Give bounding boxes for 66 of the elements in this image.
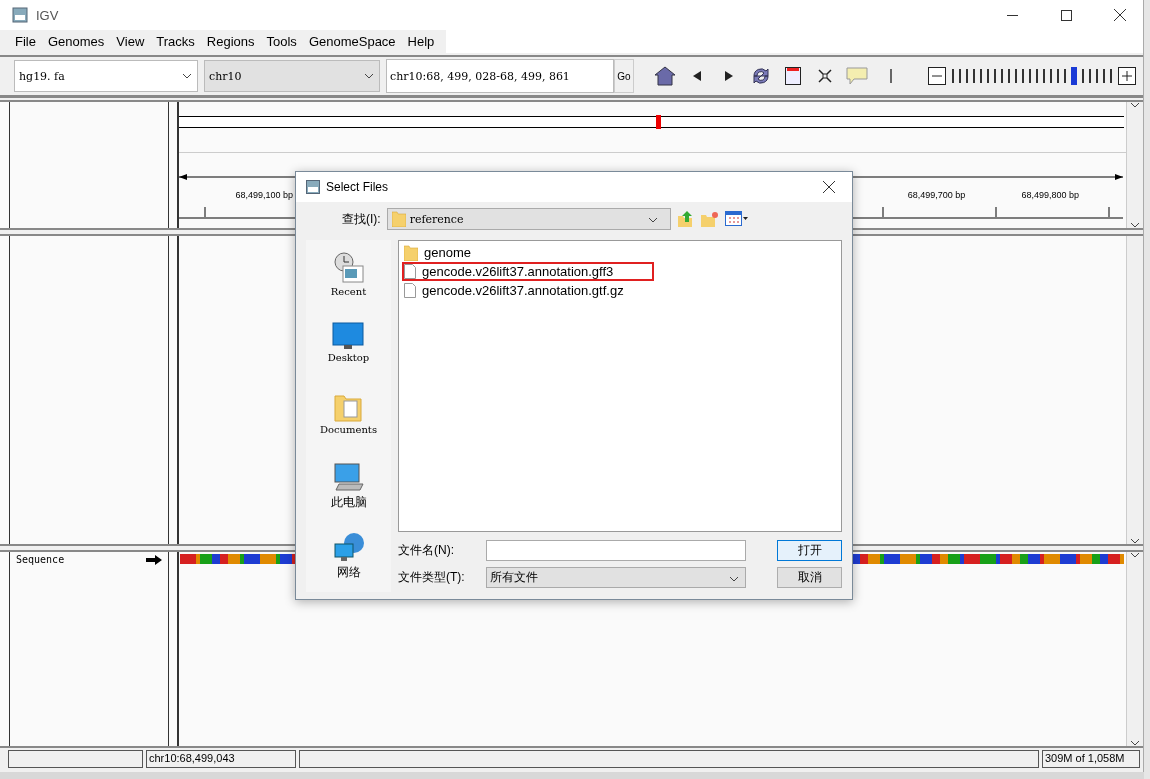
place-item[interactable]: 此电脑	[330, 462, 367, 520]
ruler-label: 68,499,100 bp	[235, 190, 293, 200]
folder-document-icon	[334, 392, 363, 422]
menu-item[interactable]: Tracks	[150, 34, 201, 49]
locus-field[interactable]: chr10:68, 499, 028-68, 499, 861	[386, 59, 614, 93]
ruler-label: 68,499,800 bp	[1021, 190, 1079, 200]
clock-document-icon	[332, 252, 365, 284]
list-entry[interactable]: genome	[402, 243, 652, 262]
scroll-up-icon	[1130, 102, 1140, 108]
genome-dropdown[interactable]: hg19. fa	[14, 60, 198, 92]
dialog-title: Select Files	[326, 180, 389, 194]
menu-item[interactable]: Regions	[200, 34, 261, 49]
scroll-down-icon	[1130, 740, 1140, 746]
close-icon[interactable]	[823, 181, 835, 193]
place-item[interactable]: Recent	[330, 252, 367, 310]
file-icon	[404, 264, 416, 279]
chevron-down-icon	[647, 216, 658, 223]
file-icon	[404, 283, 416, 298]
computer-icon	[332, 462, 365, 492]
place-item[interactable]: Documents	[319, 392, 378, 450]
menu-item[interactable]: Help	[401, 34, 441, 49]
place-item[interactable]: Desktop	[327, 322, 370, 380]
chevron-down-icon	[364, 73, 374, 79]
zoom-out-button[interactable]	[928, 67, 946, 85]
app-icon	[12, 7, 28, 23]
menu-item[interactable]: GenomeSpace	[302, 34, 402, 49]
file-type-label: 文件类型(T):	[398, 569, 466, 586]
place-item[interactable]: 网络	[332, 532, 365, 590]
status-cell: 309M of 1,058M	[1042, 750, 1140, 768]
file-name-label: 文件名(N):	[398, 542, 455, 559]
scroll-up-icon	[1130, 552, 1140, 558]
scroll-down-icon	[1130, 222, 1140, 228]
scroll-down-icon	[1130, 538, 1140, 544]
chevron-down-icon	[182, 73, 192, 79]
status-cell: chr10:68,499,043	[146, 750, 296, 768]
separator-icon	[890, 69, 892, 83]
window-title: IGV	[36, 7, 59, 23]
zoom-in-button[interactable]	[1118, 67, 1136, 85]
chevron-down-icon	[729, 575, 739, 582]
look-in-dropdown[interactable]: reference	[386, 208, 671, 230]
menu-item[interactable]: Tools	[260, 34, 303, 49]
ruler-label: 68,499,700 bp	[907, 190, 966, 200]
menu-item[interactable]: View	[110, 34, 151, 49]
maximize-icon[interactable]	[1060, 9, 1072, 21]
file-name-field[interactable]	[486, 540, 746, 561]
monitor-icon	[332, 322, 365, 350]
list-entry[interactable]: gencode.v26lift37.annotation.gtf.gz	[402, 281, 652, 300]
track-name: Sequence	[16, 554, 65, 565]
zoom-slider-thumb[interactable]	[1071, 67, 1077, 85]
folder-icon	[404, 244, 418, 261]
folder-icon	[391, 211, 406, 227]
arrow-right-icon	[146, 554, 162, 565]
open-button[interactable]: 打开	[777, 540, 842, 561]
file-type-dropdown[interactable]: 所有文件	[486, 567, 746, 588]
chromosome-dropdown[interactable]: chr10	[204, 60, 380, 92]
go-button[interactable]: Go	[614, 59, 634, 93]
minimize-icon[interactable]	[1006, 14, 1018, 16]
app-icon	[306, 180, 320, 194]
cancel-button[interactable]: 取消	[777, 567, 842, 588]
close-icon[interactable]	[1114, 9, 1126, 21]
menu-item[interactable]: File	[9, 34, 42, 49]
network-icon	[332, 532, 365, 562]
menu-item[interactable]: Genomes	[41, 34, 111, 49]
list-entry[interactable]: gencode.v26lift37.annotation.gff3	[402, 262, 654, 281]
zoom-slider[interactable]	[952, 67, 1112, 85]
look-in-label: 查找(I):	[342, 210, 381, 228]
